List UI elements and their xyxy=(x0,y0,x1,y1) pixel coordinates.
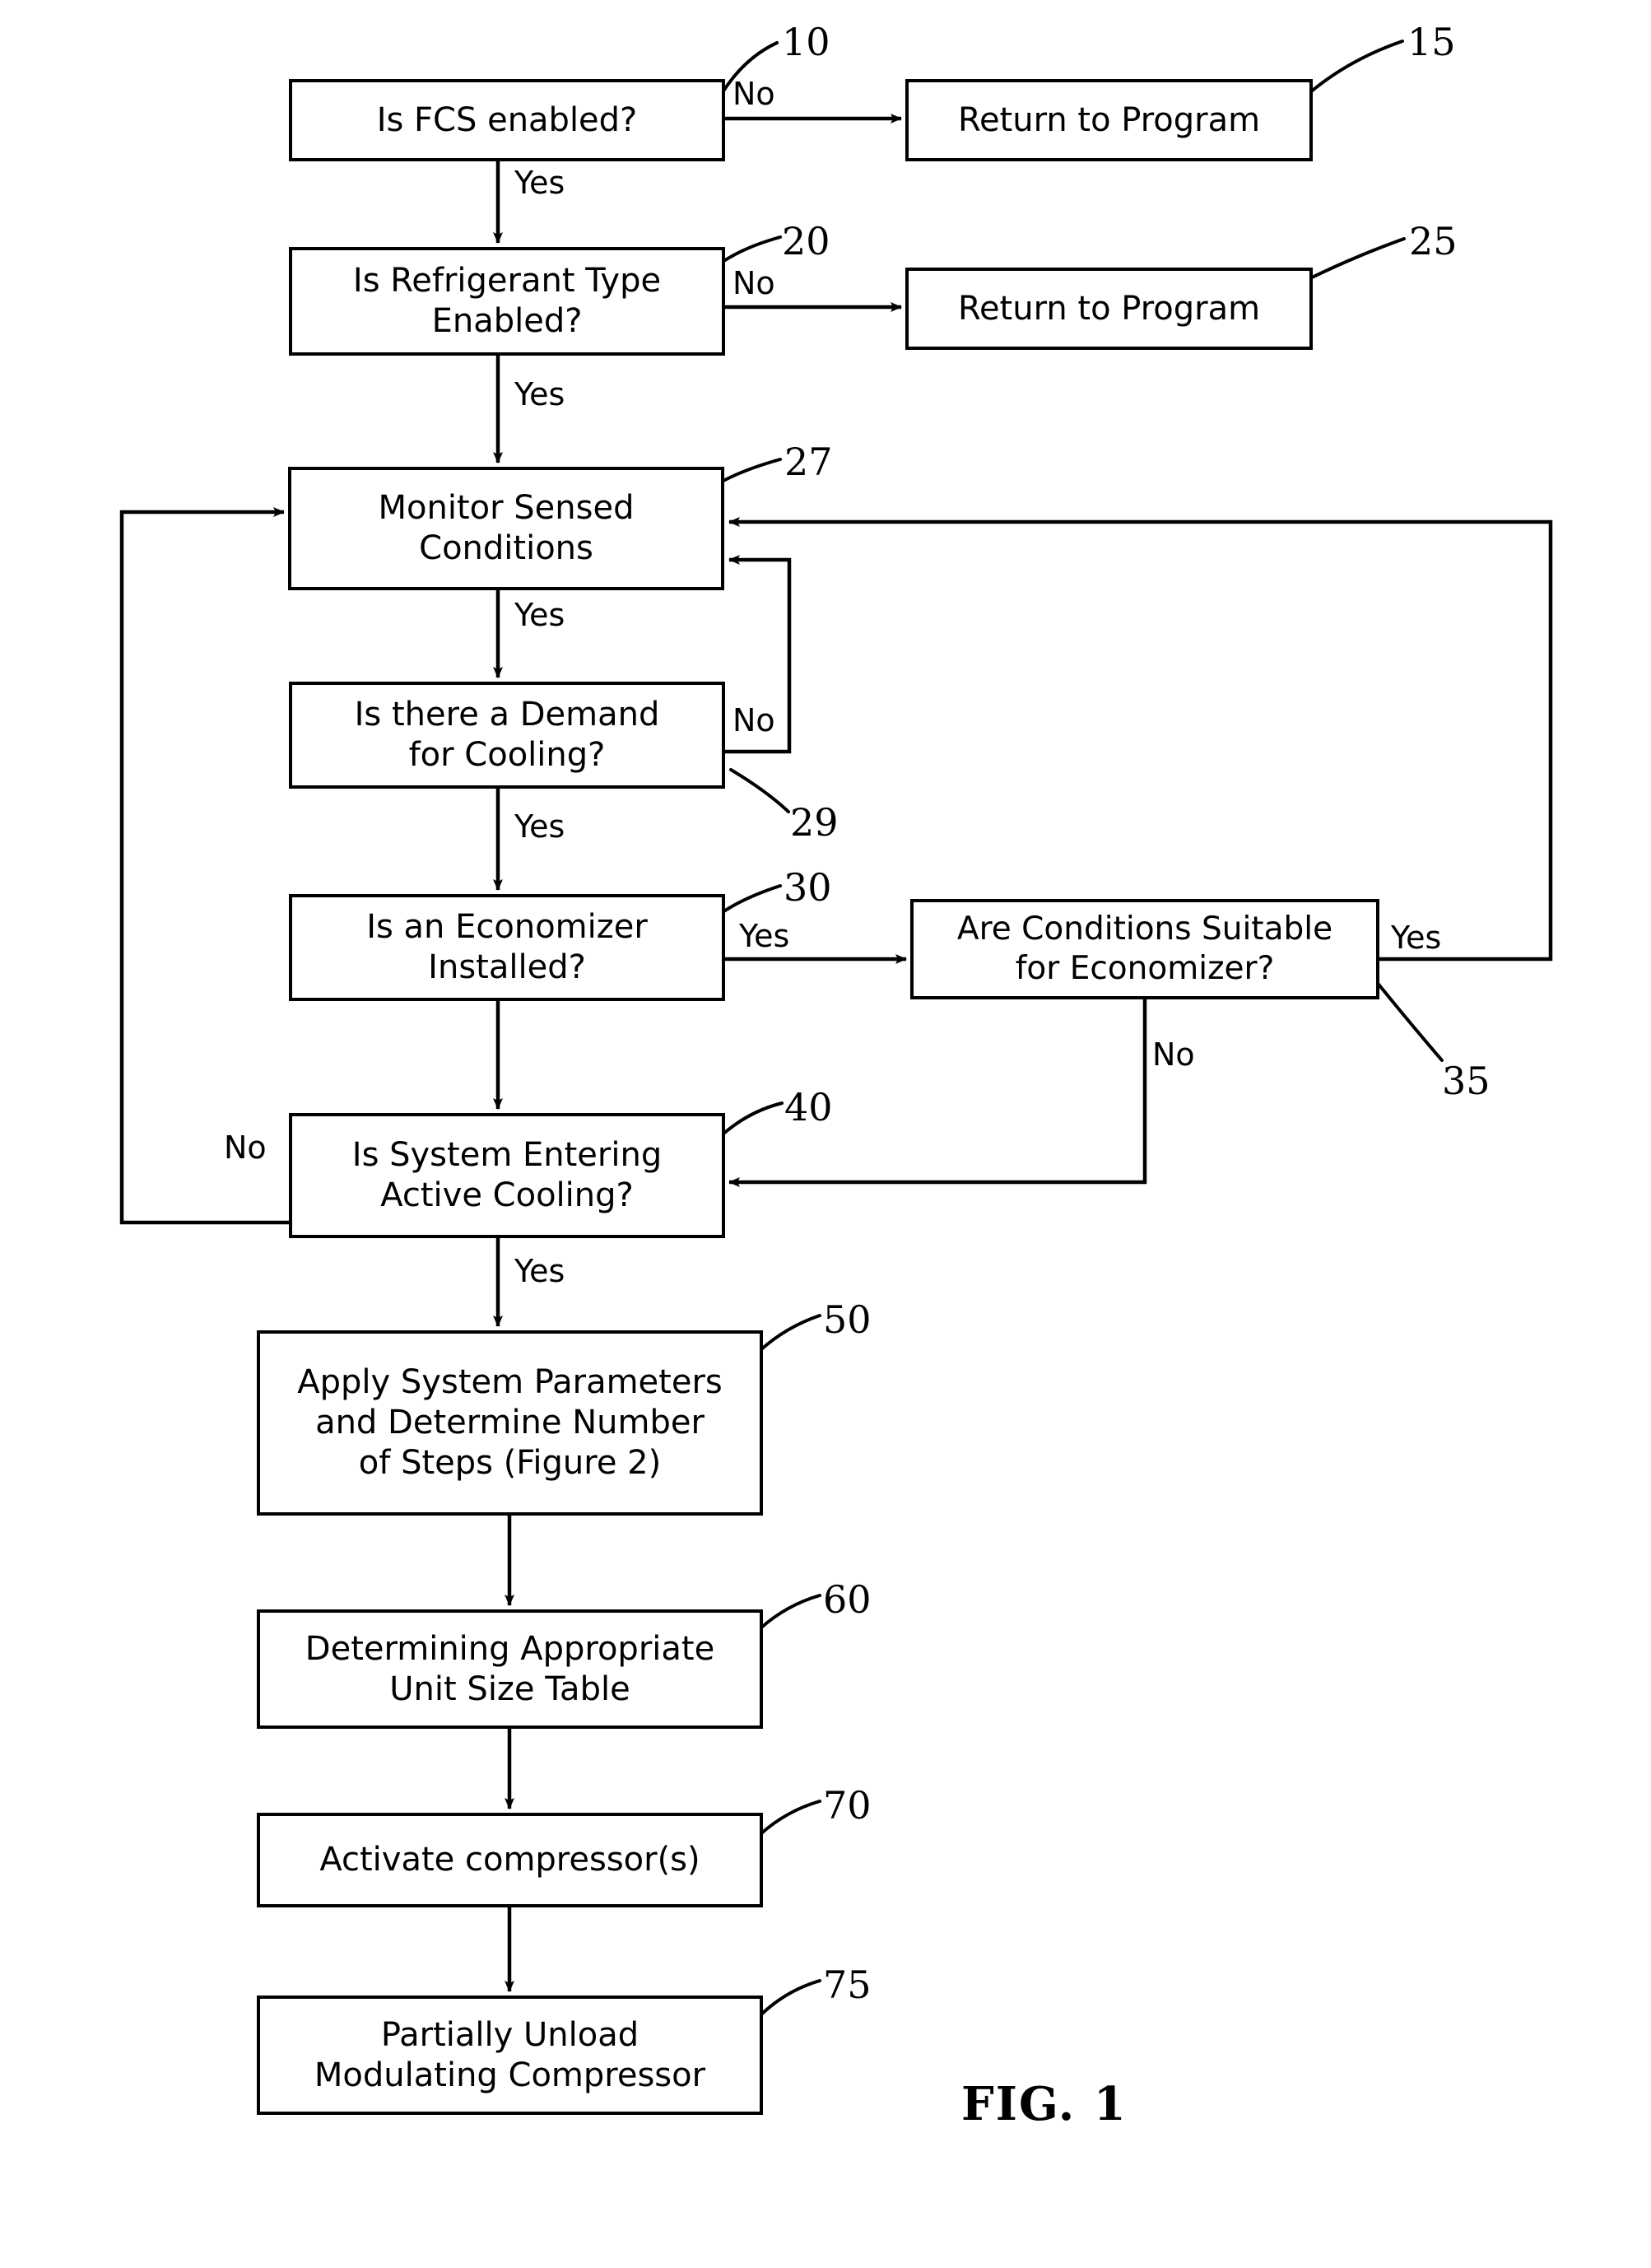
flow-node-35[interactable]: Are Conditions Suitable for Economizer? xyxy=(910,899,1379,999)
edge-label-yes-27: Yes xyxy=(514,597,565,633)
ref-numeral-10: 10 xyxy=(782,20,830,64)
leader-30 xyxy=(721,884,782,914)
leader-75 xyxy=(759,1979,821,2017)
edge-label-no-20: No xyxy=(732,265,775,301)
edge-label-no-10: No xyxy=(732,76,775,112)
figure-sheet: 15 --> 20 --> 25 --> 27 --> 29 --> back … xyxy=(0,0,1651,2268)
edge-40-no-to-27 xyxy=(119,507,289,1225)
ref-numeral-20: 20 xyxy=(782,219,830,263)
leader-27 xyxy=(720,458,782,483)
flow-node-50[interactable]: Apply System Parameters and Determine Nu… xyxy=(257,1330,763,1516)
flow-node-10[interactable]: Is FCS enabled? xyxy=(289,79,725,161)
leader-40 xyxy=(721,1101,784,1136)
flow-node-20[interactable]: Is Refrigerant Type Enabled? xyxy=(289,247,725,356)
ref-numeral-70: 70 xyxy=(823,1783,872,1828)
flow-node-27[interactable]: Monitor Sensed Conditions xyxy=(288,467,724,590)
flow-node-29[interactable]: Is there a Demand for Cooling? xyxy=(289,682,725,789)
ref-numeral-35: 35 xyxy=(1442,1059,1491,1103)
flow-node-40[interactable]: Is System Entering Active Cooling? xyxy=(289,1113,725,1238)
leader-15 xyxy=(1309,40,1404,94)
ref-numeral-40: 40 xyxy=(784,1085,833,1129)
ref-numeral-25: 25 xyxy=(1409,219,1458,263)
flow-node-25[interactable]: Return to Program xyxy=(905,268,1313,350)
edge-label-no-35: No xyxy=(1152,1036,1195,1073)
edge-label-yes-10: Yes xyxy=(514,165,565,201)
leader-29 xyxy=(729,768,790,813)
edge-label-no-40: No xyxy=(224,1129,267,1166)
leader-60 xyxy=(759,1594,821,1630)
edge-label-yes-30: Yes xyxy=(739,918,790,954)
ref-numeral-75: 75 xyxy=(823,1963,872,2007)
ref-numeral-50: 50 xyxy=(823,1297,872,1342)
ref-numeral-27: 27 xyxy=(784,440,833,484)
flow-node-15[interactable]: Return to Program xyxy=(905,79,1313,161)
leader-25 xyxy=(1309,237,1406,280)
figure-label: FIG. 1 xyxy=(961,2077,1128,2131)
edge-label-yes-40: Yes xyxy=(514,1253,565,1289)
ref-numeral-60: 60 xyxy=(823,1577,872,1622)
flow-node-60[interactable]: Determining Appropriate Unit Size Table xyxy=(257,1609,763,1729)
leader-70 xyxy=(759,1800,821,1836)
edge-label-no-29: No xyxy=(732,702,775,738)
edge-label-yes-29: Yes xyxy=(514,808,565,845)
flow-node-30[interactable]: Is an Economizer Installed? xyxy=(289,894,725,1001)
ref-numeral-29: 29 xyxy=(790,800,839,845)
edge-35-yes-to-27 xyxy=(728,517,1553,962)
edge-label-yes-35: Yes xyxy=(1391,920,1442,956)
leader-50 xyxy=(759,1314,821,1352)
leader-20 xyxy=(721,235,782,263)
flow-node-70[interactable]: Activate compressor(s) xyxy=(257,1813,763,1907)
ref-numeral-15: 15 xyxy=(1407,20,1456,64)
ref-numeral-30: 30 xyxy=(784,865,832,910)
flow-node-75[interactable]: Partially Unload Modulating Compressor xyxy=(257,1996,763,2115)
leader-35 xyxy=(1374,980,1444,1062)
edge-label-yes-20: Yes xyxy=(514,376,565,412)
